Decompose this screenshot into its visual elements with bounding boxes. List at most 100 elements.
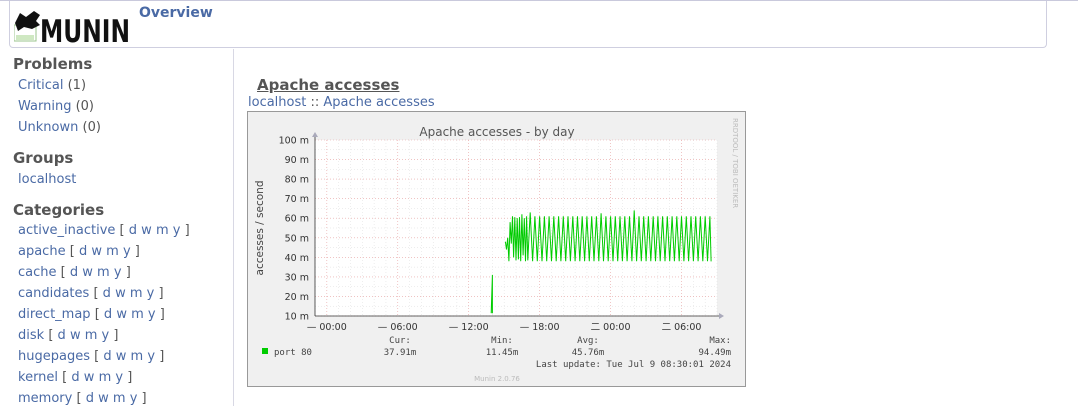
period-link-d[interactable]: d: [104, 307, 112, 322]
bracket-open: [: [94, 349, 100, 364]
period-link-y[interactable]: y: [130, 391, 138, 406]
legend-value: 11.45m: [486, 348, 519, 358]
period-link-y[interactable]: y: [123, 244, 131, 259]
period-link-w[interactable]: w: [84, 370, 95, 385]
period-link-d[interactable]: d: [103, 349, 111, 364]
problem-label[interactable]: Unknown: [18, 120, 78, 135]
period-link-w[interactable]: w: [98, 391, 109, 406]
period-link-d[interactable]: d: [70, 265, 78, 280]
period-link-d[interactable]: d: [103, 286, 111, 301]
legend-header: Max:: [709, 336, 731, 346]
y-tick-label: 80 m: [285, 175, 309, 186]
period-link-d[interactable]: d: [71, 370, 79, 385]
bracket-close: ]: [113, 328, 119, 343]
problems-title: Problems: [13, 55, 93, 73]
period-link-w[interactable]: w: [82, 265, 93, 280]
period-link-y[interactable]: y: [115, 370, 123, 385]
breadcrumb-separator: ::: [310, 95, 320, 110]
sidebar: Problems Critical (1) Warning (0) Unknow…: [0, 49, 234, 406]
period-link-y[interactable]: y: [102, 328, 110, 343]
category-item-apache[interactable]: apache [ d w m y ]: [18, 244, 140, 259]
period-link-w[interactable]: w: [70, 328, 81, 343]
category-item-memory[interactable]: memory [ d w m y ]: [18, 391, 147, 406]
group-item-localhost[interactable]: localhost: [18, 172, 76, 187]
y-axis-arrow: [312, 132, 318, 137]
category-item-kernel[interactable]: kernel [ d w m y ]: [18, 370, 132, 385]
problem-item-critical[interactable]: Critical (1): [18, 78, 86, 93]
x-tick-label: 二 00:00: [591, 322, 631, 333]
period-link-w[interactable]: w: [116, 307, 127, 322]
legend-header: Min:: [491, 336, 513, 346]
category-label[interactable]: cache: [18, 265, 57, 280]
breadcrumb-host[interactable]: localhost: [248, 95, 306, 110]
problem-item-unknown[interactable]: Unknown (0): [18, 120, 101, 135]
chart-title: Apache accesses - by day: [419, 125, 574, 139]
x-tick-label: — 00:00: [307, 322, 347, 333]
bracket-close: ]: [141, 391, 147, 406]
problem-item-warning[interactable]: Warning (0): [18, 99, 94, 114]
period-link-w[interactable]: w: [116, 349, 127, 364]
overview-link[interactable]: Overview: [139, 5, 213, 21]
munin-logo[interactable]: MUNIN: [14, 11, 132, 45]
bracket-open: [: [94, 307, 100, 322]
category-label[interactable]: memory: [18, 391, 72, 406]
period-link-d[interactable]: d: [79, 244, 87, 259]
category-label[interactable]: direct_map: [18, 307, 91, 322]
period-link-d[interactable]: d: [86, 391, 94, 406]
period-link-w[interactable]: w: [115, 286, 126, 301]
bracket-close: ]: [159, 307, 165, 322]
period-link-y[interactable]: y: [147, 349, 155, 364]
x-tick-label: — 06:00: [378, 322, 418, 333]
period-link-m[interactable]: m: [106, 244, 119, 259]
category-item-direct-map[interactable]: direct_map [ d w m y ]: [18, 307, 165, 322]
period-link-m[interactable]: m: [85, 328, 98, 343]
problem-count: (0): [75, 99, 95, 114]
legend-value: 94.49m: [698, 348, 731, 358]
legend-header: Avg:: [577, 336, 599, 346]
problem-label[interactable]: Critical: [18, 78, 63, 93]
period-link-d[interactable]: d: [58, 328, 66, 343]
y-tick-label: 60 m: [285, 214, 309, 225]
period-link-m[interactable]: m: [97, 265, 110, 280]
munin-version: Munin 2.0.76: [474, 375, 520, 383]
bracket-close: ]: [127, 370, 133, 385]
category-item-disk[interactable]: disk [ d w m y ]: [18, 328, 118, 343]
category-label[interactable]: active_inactive: [18, 223, 115, 238]
period-link-m[interactable]: m: [131, 349, 144, 364]
graph-image[interactable]: 10 m 20 m 30 m 40 m 50 m 60 m 70 m 80 m 90 m 100 …: [247, 111, 746, 387]
period-link-y[interactable]: y: [147, 286, 155, 301]
period-link-w[interactable]: w: [141, 223, 152, 238]
period-link-y[interactable]: y: [114, 265, 122, 280]
problem-label[interactable]: Warning: [18, 99, 71, 114]
category-item-cache[interactable]: cache [ d w m y ]: [18, 265, 131, 280]
category-item-candidates[interactable]: candidates [ d w m y ]: [18, 286, 164, 301]
problem-count: (0): [82, 120, 101, 135]
categories-title: Categories: [13, 201, 105, 219]
period-link-m[interactable]: m: [156, 223, 169, 238]
period-link-m[interactable]: m: [99, 370, 112, 385]
problem-count: (1): [67, 78, 87, 93]
groups-title: Groups: [13, 149, 74, 167]
category-item-active-inactive[interactable]: active_inactive [ d w m y ]: [18, 223, 190, 238]
period-link-y[interactable]: y: [173, 223, 181, 238]
period-link-m[interactable]: m: [130, 286, 143, 301]
category-label[interactable]: candidates: [18, 286, 89, 301]
period-link-m[interactable]: m: [131, 307, 144, 322]
period-link-m[interactable]: m: [113, 391, 126, 406]
bracket-close: ]: [125, 265, 131, 280]
category-label[interactable]: apache: [18, 244, 66, 259]
category-item-hugepages[interactable]: hugepages [ d w m y ]: [18, 349, 164, 364]
period-link-y[interactable]: y: [148, 307, 156, 322]
y-tick-label: 10 m: [285, 312, 309, 323]
breadcrumb-page[interactable]: Apache accesses: [323, 95, 434, 110]
legend-value: 45.76m: [572, 348, 605, 358]
category-label[interactable]: hugepages: [18, 349, 90, 364]
page-title: Apache accesses: [257, 76, 400, 94]
y-tick-label: 100 m: [279, 136, 309, 147]
category-label[interactable]: kernel: [18, 370, 58, 385]
period-link-w[interactable]: w: [91, 244, 102, 259]
category-label[interactable]: disk: [18, 328, 44, 343]
period-link-d[interactable]: d: [129, 223, 137, 238]
bracket-open: [: [62, 370, 68, 385]
bracket-open: [: [93, 286, 99, 301]
